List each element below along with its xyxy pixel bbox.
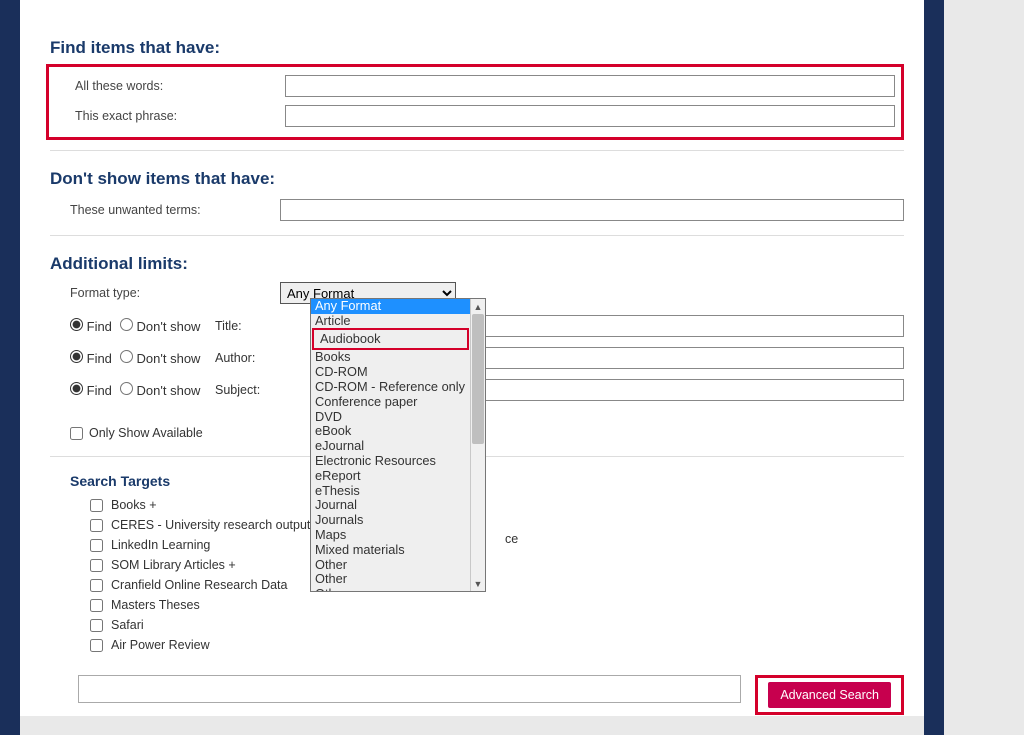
subject-find-radio[interactable] [70,382,83,395]
author-input[interactable] [475,347,904,369]
format-option[interactable]: eThesis [311,484,470,499]
all-words-input[interactable] [285,75,895,97]
format-option[interactable]: Maps [311,528,470,543]
search-target-item: Safari [90,615,904,635]
search-target-label: SOM Library Articles + [111,558,236,572]
scroll-down-icon[interactable]: ▼ [471,576,485,591]
search-target-checkbox[interactable] [90,619,103,632]
search-target-checkbox[interactable] [90,519,103,532]
search-target-checkbox[interactable] [90,539,103,552]
format-option[interactable]: eJournal [311,439,470,454]
format-option[interactable]: Other [311,558,470,573]
exact-phrase-label: This exact phrase: [55,109,285,123]
search-target-item: CERES - University research output [90,515,904,535]
title-dontshow-radio[interactable] [120,318,133,331]
format-option[interactable]: Other [311,572,470,587]
format-option[interactable]: Journals [311,513,470,528]
format-option[interactable]: Conference paper [311,395,470,410]
search-target-label: Cranfield Online Research Data [111,578,287,592]
search-target-checkbox[interactable] [90,499,103,512]
scroll-thumb[interactable] [472,314,484,444]
limits-section-title: Additional limits: [50,254,904,274]
title-find-radio[interactable] [70,318,83,331]
search-target-item: SOM Library Articles + [90,555,904,575]
scroll-up-icon[interactable]: ▲ [471,299,485,314]
subject-field-label: Subject: [215,383,275,397]
dontshow-label: Don't show [137,319,201,334]
search-target-label: Books + [111,498,157,512]
format-option[interactable]: CD-ROM - Reference only [311,380,470,395]
author-find-radio[interactable] [70,350,83,363]
search-target-label: CERES - University research output [111,518,310,532]
format-option[interactable]: Journal [311,498,470,513]
title-input[interactable] [475,315,904,337]
author-dontshow-radio[interactable] [120,350,133,363]
format-option[interactable]: Any Format [311,299,470,314]
search-target-item: LinkedIn Learning [90,535,904,555]
subject-input[interactable] [475,379,904,401]
format-option[interactable]: Audiobook [316,332,465,347]
format-option[interactable]: eReport [311,469,470,484]
bottom-search-input[interactable] [78,675,741,703]
only-available-checkbox[interactable] [70,427,83,440]
advanced-search-button[interactable]: Advanced Search [768,682,891,708]
search-target-checkbox[interactable] [90,639,103,652]
format-type-label: Format type: [50,286,280,300]
author-field-label: Author: [215,351,275,365]
search-target-checkbox[interactable] [90,579,103,592]
dont-show-section-title: Don't show items that have: [50,169,904,189]
search-target-label: Masters Theses [111,598,200,612]
format-option[interactable]: DVD [311,410,470,425]
search-target-item: Masters Theses [90,595,904,615]
title-field-label: Title: [215,319,275,333]
listbox-scrollbar[interactable]: ▲ ▼ [470,299,485,591]
format-option[interactable]: Other [311,587,470,591]
subject-dontshow-radio[interactable] [120,382,133,395]
only-available-label: Only Show Available [89,426,203,440]
format-option[interactable]: CD-ROM [311,365,470,380]
search-target-checkbox[interactable] [90,599,103,612]
search-target-label: LinkedIn Learning [111,538,210,552]
search-target-item: Cranfield Online Research Data [90,575,904,595]
format-option[interactable]: Article [311,314,470,329]
divider [50,150,904,151]
format-option[interactable]: Electronic Resources [311,454,470,469]
format-type-listbox[interactable]: Any FormatArticle Audiobook BooksCD-ROMCD-… [310,298,486,592]
search-target-item: Books + [90,495,904,515]
all-words-label: All these words: [55,79,285,93]
search-target-label: Safari [111,618,144,632]
find-fields-highlight: All these words: This exact phrase: [46,64,904,140]
format-option-highlight[interactable]: Audiobook [312,328,469,351]
search-target-item: Air Power Review [90,635,904,655]
format-option[interactable]: Mixed materials [311,543,470,558]
divider [50,235,904,236]
unwanted-label: These unwanted terms: [50,203,280,217]
format-option[interactable]: Books [311,350,470,365]
obscured-text-fragment: ce [505,532,518,546]
search-target-checkbox[interactable] [90,559,103,572]
exact-phrase-input[interactable] [285,105,895,127]
unwanted-input[interactable] [280,199,904,221]
format-option[interactable]: eBook [311,424,470,439]
search-target-label: Air Power Review [111,638,210,652]
find-label: Find [87,319,112,334]
find-section-title: Find items that have: [50,38,904,58]
advanced-search-highlight: Advanced Search [755,675,904,715]
